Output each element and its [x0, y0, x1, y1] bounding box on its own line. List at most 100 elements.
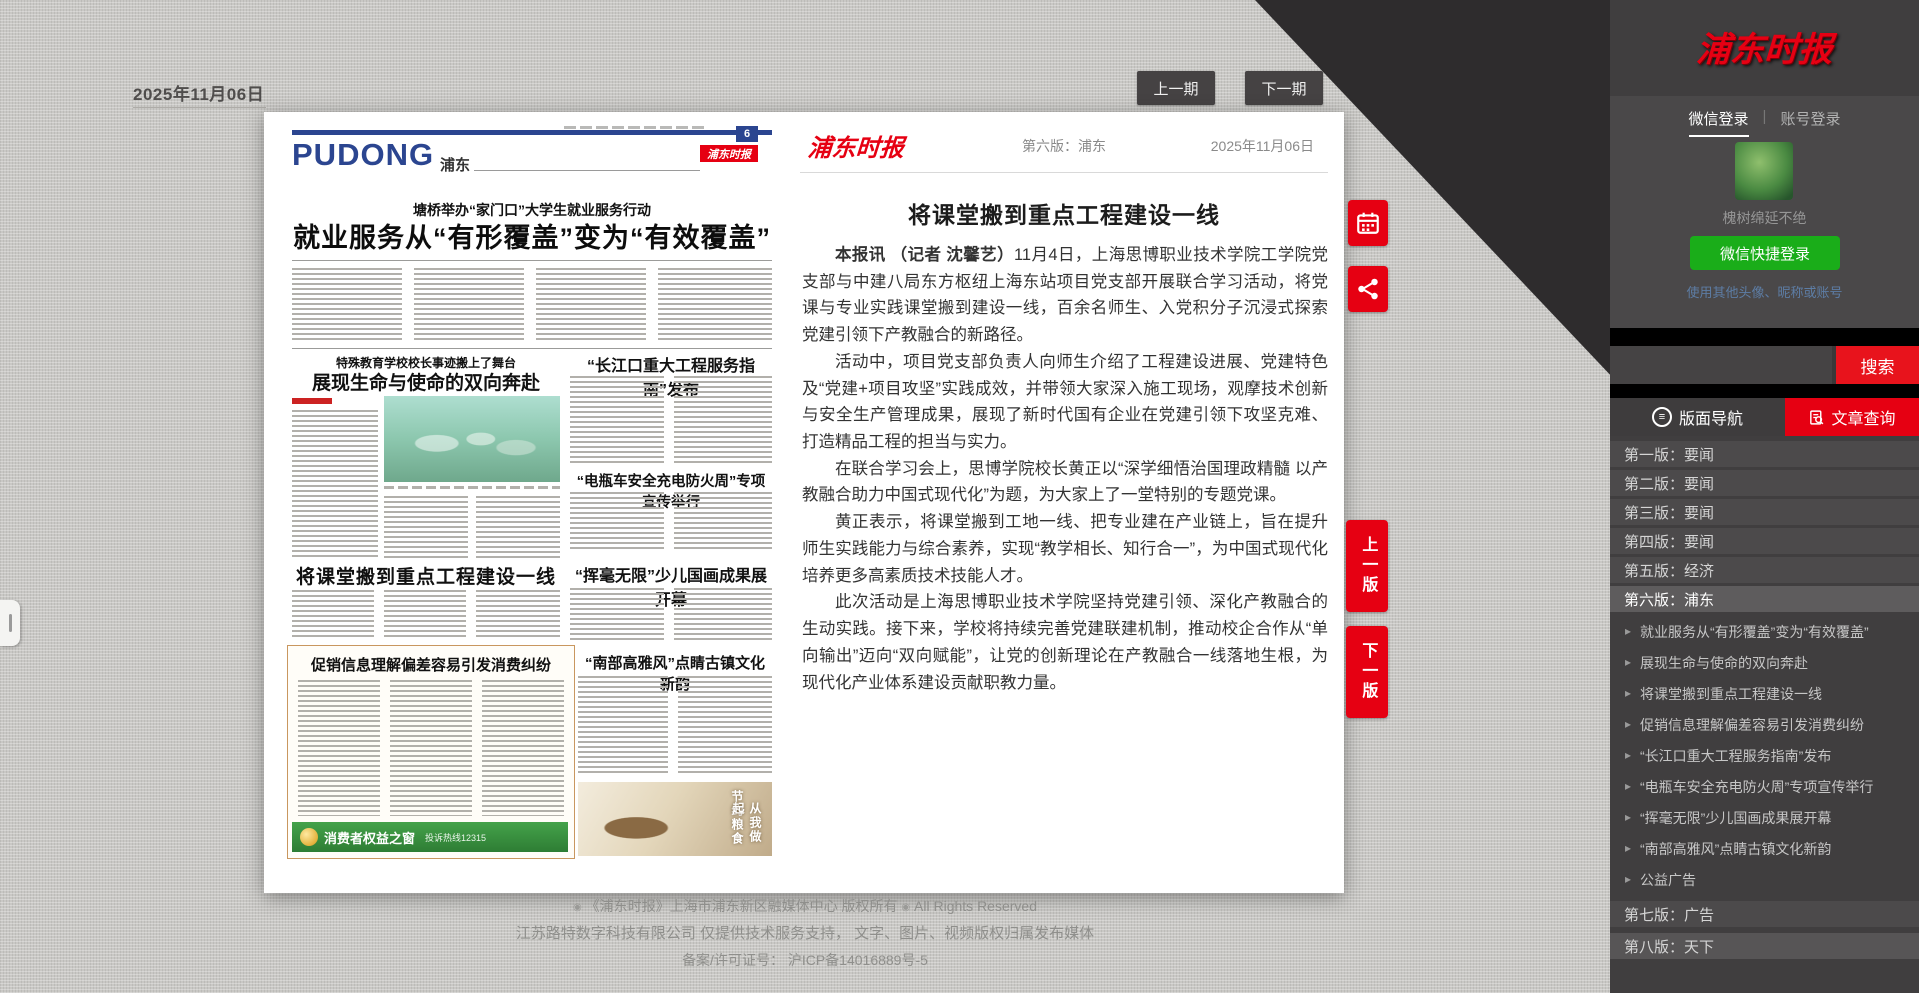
thumb-sec1-headline[interactable]: 展现生命与使命的双向奔赴: [292, 368, 560, 395]
article-list-item[interactable]: ▸“电瓶车安全充电防火周”专项宣传举行: [1610, 777, 1919, 798]
tab-separator: |: [1763, 108, 1767, 137]
next-page-button[interactable]: 下一版: [1346, 626, 1388, 718]
sidebar-item-edition-3[interactable]: 第三版：要闻: [1610, 499, 1919, 525]
prev-page-button[interactable]: 上一版: [1346, 520, 1388, 612]
chevron-right-icon: ▸: [1625, 777, 1631, 795]
article-list-item[interactable]: ▸将课堂搬到重点工程建设一线: [1610, 684, 1919, 705]
chevron-right-icon: ▸: [1625, 622, 1631, 640]
sidebar-item-edition-7[interactable]: 第七版：广告: [1610, 901, 1919, 927]
drawer-handle-bar-icon: [9, 614, 12, 632]
rule: [292, 260, 772, 261]
epaper-app: 2025年11月06日 上一期 下一期 PUDONG 浦东 6 浦东时报 塘桥举…: [0, 0, 1919, 993]
user-avatar: [1735, 142, 1793, 200]
chevron-right-icon: ▸: [1625, 653, 1631, 671]
calendar-button[interactable]: [1348, 200, 1388, 246]
badge-icon: ◉: [573, 902, 582, 913]
prev-issue-button[interactable]: 上一期: [1137, 71, 1215, 105]
masthead-infoline: [564, 126, 704, 129]
article-link: 公益广告: [1640, 872, 1696, 888]
copyright-en: All Rights Reserved: [914, 898, 1037, 914]
thumb-main-headline[interactable]: 就业服务从“有形覆盖”变为“有效覆盖”: [292, 216, 772, 255]
search-button[interactable]: 搜索: [1836, 346, 1919, 384]
sidebar-tabs: ≡ 版面导航 文章查询: [1610, 398, 1919, 436]
tab-label: 文章查询: [1831, 405, 1895, 429]
sidebar-item-edition-1[interactable]: 第一版：要闻: [1610, 441, 1919, 467]
sidebar-item-edition-2[interactable]: 第二版：要闻: [1610, 470, 1919, 496]
tab-page-navigation[interactable]: ≡ 版面导航: [1610, 398, 1785, 436]
masthead-bar: [292, 130, 772, 135]
article-list-item[interactable]: ▸促销信息理解偏差容易引发消费纠纷: [1610, 715, 1919, 736]
tab-article-query[interactable]: 文章查询: [1785, 398, 1919, 436]
article-paragraph: 活动中，项目党支部负责人向师生介绍了工程建设进展、党建特色及“党建+项目攻坚”实…: [802, 349, 1328, 456]
sidebar-brand-logo: 浦东时报: [1609, 22, 1919, 71]
body-text-column: [476, 590, 560, 640]
tab-wechat-login[interactable]: 微信登录: [1689, 108, 1749, 137]
search-bar: 搜索: [1610, 346, 1919, 384]
login-tabs: 微信登录 | 账号登录: [1610, 108, 1919, 137]
date-underline: [133, 107, 266, 108]
body-text-column: [384, 590, 466, 640]
stage-photo[interactable]: [384, 396, 560, 482]
article-list-item[interactable]: ▸“南部高雅风”点睛古镇文化新韵: [1610, 839, 1919, 860]
body-text-column: [570, 492, 664, 552]
sidebar: 浦东时报 微信登录 | 账号登录 槐树绵延不绝 微信快捷登录 使用其他头像、昵称…: [1610, 0, 1919, 993]
chevron-right-icon: ▸: [1625, 684, 1631, 702]
sidebar-item-edition-8[interactable]: 第八版：天下: [1610, 933, 1919, 959]
separator: [1610, 384, 1919, 398]
body-text-column: [658, 268, 772, 342]
body-text-column: [292, 590, 374, 640]
chevron-right-icon: ▸: [1625, 746, 1631, 764]
body-text-column: [292, 410, 378, 558]
consumer-rights-box[interactable]: 促销信息理解偏差容易引发消费纠纷 消费者权益之窗 投诉热线12315: [287, 645, 575, 859]
article-list-item[interactable]: ▸ 公益广告: [1610, 870, 1919, 891]
search-input[interactable]: [1610, 346, 1832, 384]
article-list-item[interactable]: ▸ 就业服务从“有形覆盖”变为“有效覆盖”: [1610, 622, 1919, 643]
thumb-boxed-headline[interactable]: 促销信息理解偏差容易引发消费纠纷: [288, 654, 574, 675]
sidebar-item-edition-6[interactable]: 第六版：浦东: [1610, 586, 1919, 612]
article-paragraph: 黄正表示，将课堂搬到工地一线、把专业建在产业链上，旨在提升师生实践能力与综合素养…: [802, 509, 1328, 589]
body-text-column: [292, 268, 402, 342]
share-button[interactable]: [1348, 266, 1388, 312]
sidebar-item-edition-4[interactable]: 第四版：要闻: [1610, 528, 1919, 554]
article-byline: 本报讯 （记者 沈馨艺）: [835, 246, 1014, 264]
other-account-link[interactable]: 使用其他头像、昵称或账号: [1610, 282, 1919, 301]
next-issue-button[interactable]: 下一期: [1245, 71, 1323, 105]
calendar-icon: [1355, 210, 1381, 236]
article-divider: [800, 172, 1328, 173]
body-text-column: [414, 268, 524, 342]
body-text-column: [674, 376, 772, 464]
body-text-column: [390, 680, 472, 816]
tech-provider-line: 江苏路特数字科技有限公司 仅提供技术服务支持， 文字、图片、视频版权归属发布媒体: [0, 922, 1610, 943]
article-list-item[interactable]: ▸展现生命与使命的双向奔赴: [1610, 653, 1919, 674]
body-text-column: [570, 376, 664, 464]
banner-title: 消费者权益之窗: [324, 828, 415, 847]
chevron-right-icon: ▸: [1625, 839, 1631, 857]
body-text-column: [298, 680, 380, 816]
article-link: 就业服务从“有形覆盖”变为“有效覆盖”: [1640, 624, 1869, 640]
article-date: 2025年11月06日: [1211, 136, 1314, 156]
photo-slogan: 从我做起: [730, 802, 764, 856]
drawer-handle[interactable]: [0, 600, 20, 646]
article-title: 将课堂搬到重点工程建设一线: [800, 196, 1328, 230]
thumb-sec4-headline[interactable]: 将课堂搬到重点工程建设一线: [292, 562, 560, 589]
icp-link[interactable]: 沪ICP备14016889号-5: [788, 952, 928, 968]
chevron-right-icon: ▸: [1625, 870, 1631, 888]
tab-account-login[interactable]: 账号登录: [1780, 108, 1840, 137]
rice-photo[interactable]: 节约粮食 从我做起: [578, 782, 772, 856]
article-body: 本报讯 （记者 沈馨艺）11月4日，上海思博职业技术学院工学院党支部与中建八局东…: [802, 242, 1328, 696]
body-text-column: [678, 676, 772, 776]
copyright-line: ◉ 《浦东时报》上海市浦东新区融媒体中心 版权所有 ◉ All Rights R…: [0, 896, 1610, 916]
icp-line: 备案/许可证号： 沪ICP备14016889号-5: [0, 950, 1610, 970]
chevron-right-icon: ▸: [1625, 808, 1631, 826]
article-list-item[interactable]: ▸“长江口重大工程服务指南”发布: [1610, 746, 1919, 767]
wechat-login-button[interactable]: 微信快捷登录: [1690, 236, 1840, 270]
article-list-item[interactable]: ▸“挥毫无限”少儿国画成果展开幕: [1610, 808, 1919, 829]
body-text-column: [482, 680, 564, 816]
article-paragraph: 此次活动是上海思博职业技术学院坚持党建引领、深化产教融合的生动实践。接下来，学校…: [802, 589, 1328, 696]
issue-date: 2025年11月06日: [133, 80, 264, 105]
login-panel: 微信登录 | 账号登录 槐树绵延不绝 微信快捷登录 使用其他头像、昵称或账号: [1610, 96, 1919, 328]
edition-article-list: ▸ 就业服务从“有形覆盖”变为“有效覆盖” ▸展现生命与使命的双向奔赴 ▸将课堂搬…: [1610, 612, 1919, 959]
article-link: 促销信息理解偏差容易引发消费纠纷: [1640, 717, 1864, 733]
article-paragraph: 在联合学习会上，思博学院校长黄正以“深学细悟治国理政精髓 以产教融合助力中国式现…: [802, 456, 1328, 509]
sidebar-item-edition-5[interactable]: 第五版：经济: [1610, 557, 1919, 583]
